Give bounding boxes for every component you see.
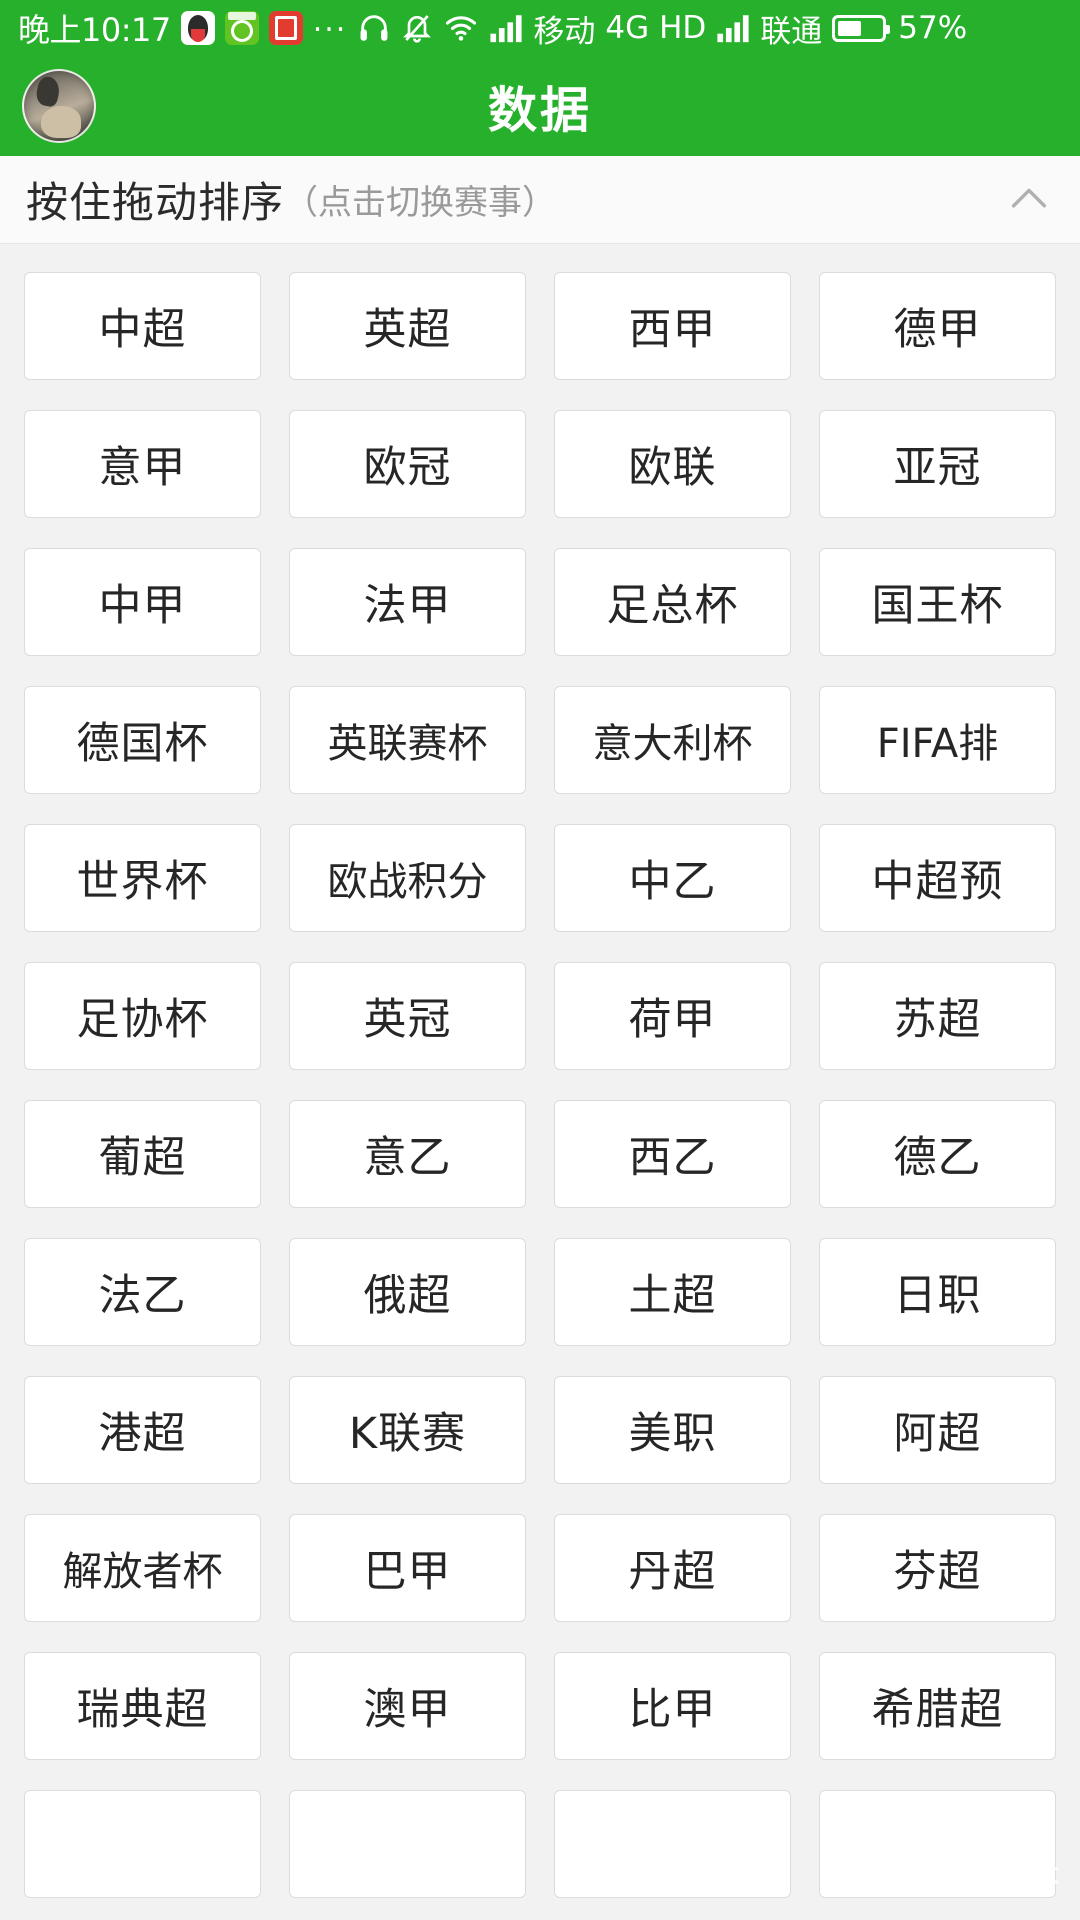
bell-muted-icon bbox=[401, 11, 433, 45]
carrier-primary-label: 移动 bbox=[533, 13, 596, 50]
green-app-icon bbox=[224, 11, 259, 45]
league-card[interactable]: 荷甲 bbox=[554, 962, 791, 1070]
league-card[interactable]: 土超 bbox=[554, 1238, 791, 1346]
status-bar-time: 晚上10:17 bbox=[18, 11, 171, 49]
league-card[interactable]: 俄超 bbox=[289, 1238, 526, 1346]
signal-bars-secondary-icon bbox=[716, 13, 750, 43]
app-bar: 数据 bbox=[0, 56, 1080, 156]
league-card[interactable]: 英超 bbox=[289, 272, 526, 380]
league-card[interactable]: 瑞典超 bbox=[24, 1652, 261, 1760]
league-card[interactable] bbox=[554, 1790, 791, 1898]
league-card[interactable]: 苏超 bbox=[819, 962, 1056, 1070]
sort-hint-main-label: 按住拖动排序 bbox=[26, 178, 285, 227]
battery-fill bbox=[838, 20, 862, 36]
league-card[interactable]: 西甲 bbox=[554, 272, 791, 380]
league-card[interactable] bbox=[819, 1790, 1056, 1898]
league-card[interactable]: 中超预 bbox=[819, 824, 1056, 932]
page-title: 数据 bbox=[487, 81, 592, 139]
league-card[interactable]: K联赛 bbox=[289, 1376, 526, 1484]
league-card[interactable]: 澳甲 bbox=[289, 1652, 526, 1760]
status-bar: 晚上10:17 ... 移动 4G HD 联通 57% bbox=[0, 0, 1080, 56]
league-card[interactable]: 英冠 bbox=[289, 962, 526, 1070]
league-card[interactable]: 丹超 bbox=[554, 1514, 791, 1622]
league-card[interactable]: 德国杯 bbox=[24, 686, 261, 794]
league-card[interactable]: 比甲 bbox=[554, 1652, 791, 1760]
hd-label: HD bbox=[659, 10, 707, 46]
league-card[interactable]: 芬超 bbox=[819, 1514, 1056, 1622]
league-card[interactable]: 希腊超 bbox=[819, 1652, 1056, 1760]
league-card[interactable]: 法乙 bbox=[24, 1238, 261, 1346]
league-card[interactable]: 欧战积分 bbox=[289, 824, 526, 932]
league-card[interactable]: 法甲 bbox=[289, 548, 526, 656]
league-card[interactable]: 世界杯 bbox=[24, 824, 261, 932]
league-card[interactable]: 德甲 bbox=[819, 272, 1056, 380]
league-card[interactable]: FIFA排 bbox=[819, 686, 1056, 794]
league-card[interactable]: 美职 bbox=[554, 1376, 791, 1484]
signal-bars-icon bbox=[489, 13, 523, 43]
league-card[interactable]: 意大利杯 bbox=[554, 686, 791, 794]
battery-percent-label: 57% bbox=[898, 10, 968, 46]
league-card[interactable]: 巴甲 bbox=[289, 1514, 526, 1622]
sort-hint-header[interactable]: 按住拖动排序 （点击切换赛事） bbox=[0, 156, 1080, 244]
league-card[interactable]: 意乙 bbox=[289, 1100, 526, 1208]
league-card[interactable]: 中超 bbox=[24, 272, 261, 380]
league-card[interactable]: 葡超 bbox=[24, 1100, 261, 1208]
league-card[interactable]: 港超 bbox=[24, 1376, 261, 1484]
headset-icon bbox=[357, 11, 391, 45]
league-card[interactable]: 国王杯 bbox=[819, 548, 1056, 656]
network-type-label: 4G bbox=[605, 10, 650, 46]
league-card[interactable]: 解放者杯 bbox=[24, 1514, 261, 1622]
league-card[interactable]: 日职 bbox=[819, 1238, 1056, 1346]
league-card[interactable] bbox=[289, 1790, 526, 1898]
league-card[interactable]: 中甲 bbox=[24, 548, 261, 656]
league-card[interactable]: 英联赛杯 bbox=[289, 686, 526, 794]
toutiao-icon bbox=[268, 11, 303, 45]
league-card[interactable]: 阿超 bbox=[819, 1376, 1056, 1484]
league-grid-container: 中超 英超 西甲 德甲意甲 欧冠 欧联 亚冠中甲 法甲 足总杯 国王杯德国杯 英联赛杯 意大利杯 FIF… bbox=[0, 244, 1080, 1919]
league-card[interactable]: 亚冠 bbox=[819, 410, 1056, 518]
carrier-secondary-label: 联通 bbox=[760, 13, 823, 50]
qq-icon bbox=[180, 11, 215, 45]
league-card[interactable] bbox=[24, 1790, 261, 1898]
league-card[interactable]: 中乙 bbox=[554, 824, 791, 932]
battery-icon bbox=[832, 14, 891, 42]
league-card[interactable]: 西乙 bbox=[554, 1100, 791, 1208]
league-card[interactable]: 欧冠 bbox=[289, 410, 526, 518]
league-grid: 中超 英超 西甲 德甲意甲 欧冠 欧联 亚冠中甲 法甲 足总杯 国王杯德国杯 英联赛杯 意大利杯 FIF… bbox=[24, 272, 1056, 1898]
league-card[interactable]: 德乙 bbox=[819, 1100, 1056, 1208]
league-card[interactable]: 足总杯 bbox=[554, 548, 791, 656]
overflow-dots-icon: ... bbox=[312, 4, 348, 39]
league-card[interactable]: 足协杯 bbox=[24, 962, 261, 1070]
sort-hint-sub-label: （点击切换赛事） bbox=[284, 183, 557, 223]
league-card[interactable]: 欧联 bbox=[554, 410, 791, 518]
wifi-icon bbox=[443, 11, 479, 45]
league-card[interactable]: 意甲 bbox=[24, 410, 261, 518]
chevron-up-icon[interactable] bbox=[1006, 177, 1052, 223]
